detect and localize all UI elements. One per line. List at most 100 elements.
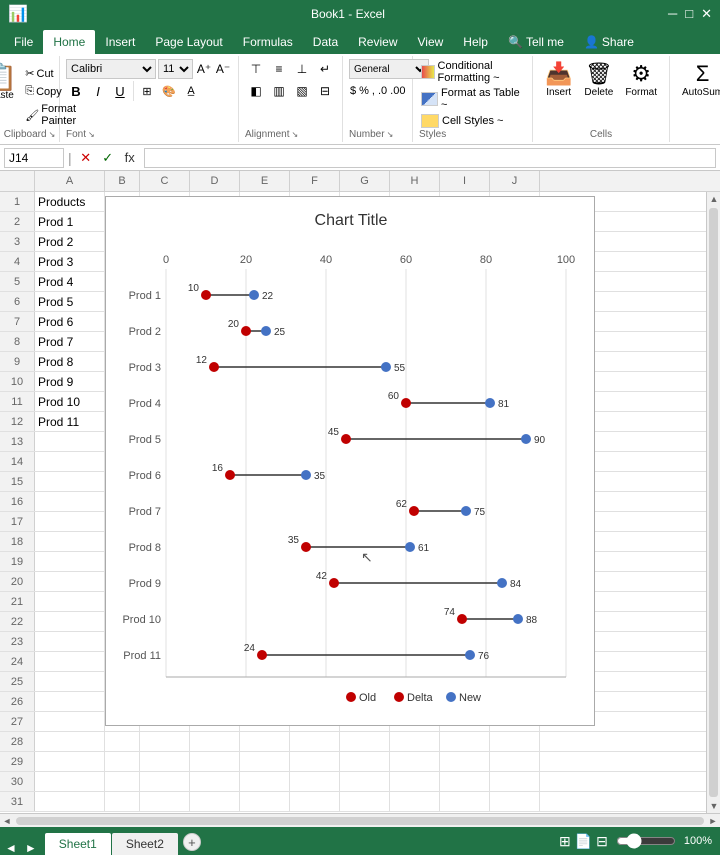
page-layout-view-btn[interactable]: 📄 <box>575 833 592 850</box>
scroll-left-btn[interactable]: ◄ <box>0 814 14 828</box>
cell-styles-btn[interactable]: Cell Styles ~ <box>419 113 526 129</box>
align-right-btn[interactable]: ▧ <box>291 81 313 101</box>
tab-insert[interactable]: Insert <box>95 30 145 54</box>
increase-font-btn[interactable]: A⁺ <box>195 59 213 79</box>
align-middle-btn[interactable]: ≡ <box>268 59 290 79</box>
cell[interactable] <box>440 792 490 811</box>
cell[interactable] <box>390 772 440 791</box>
cell[interactable] <box>105 792 140 811</box>
cell[interactable]: Prod 1 <box>35 212 105 231</box>
align-top-btn[interactable]: ⊤ <box>245 59 267 79</box>
cell[interactable] <box>440 732 490 751</box>
scroll-down-btn[interactable]: ▼ <box>707 799 720 813</box>
cell[interactable] <box>140 772 190 791</box>
cell[interactable] <box>35 672 105 691</box>
font-color-btn[interactable]: A̲ <box>181 81 201 101</box>
decrease-decimal-btn[interactable]: .00 <box>389 81 406 101</box>
cell[interactable] <box>35 772 105 791</box>
cell[interactable] <box>290 752 340 771</box>
cell[interactable] <box>490 752 540 771</box>
tab-nav-right[interactable]: ► <box>22 841 40 855</box>
cell[interactable] <box>35 592 105 611</box>
conditional-formatting-btn[interactable]: Conditional Formatting ~ <box>419 59 526 85</box>
tab-home[interactable]: Home <box>43 30 95 54</box>
cell[interactable] <box>190 772 240 791</box>
cell[interactable] <box>105 732 140 751</box>
col-header-f[interactable]: F <box>290 171 340 191</box>
comma-btn[interactable]: , <box>371 81 376 101</box>
cell[interactable]: Prod 2 <box>35 232 105 251</box>
col-header-c[interactable]: C <box>140 171 190 191</box>
formula-input[interactable] <box>144 148 716 168</box>
percent-btn[interactable]: % <box>358 81 370 101</box>
cell[interactable]: Prod 8 <box>35 352 105 371</box>
col-header-a[interactable]: A <box>35 171 105 191</box>
scroll-right-btn[interactable]: ► <box>706 814 720 828</box>
align-left-btn[interactable]: ◧ <box>245 81 267 101</box>
tab-review[interactable]: Review <box>348 30 407 54</box>
cell[interactable] <box>35 532 105 551</box>
col-header-e[interactable]: E <box>240 171 290 191</box>
increase-decimal-btn[interactable]: .0 <box>377 81 388 101</box>
cell[interactable]: Prod 4 <box>35 272 105 291</box>
tab-page-layout[interactable]: Page Layout <box>145 30 232 54</box>
tab-view[interactable]: View <box>408 30 454 54</box>
cell[interactable] <box>290 772 340 791</box>
name-box[interactable] <box>4 148 64 168</box>
cell[interactable] <box>240 792 290 811</box>
cell[interactable] <box>340 732 390 751</box>
cell[interactable] <box>490 732 540 751</box>
add-sheet-btn[interactable]: + <box>183 833 201 851</box>
cell[interactable] <box>35 632 105 651</box>
border-btn[interactable]: ⊞ <box>137 81 157 101</box>
underline-btn[interactable]: U <box>110 81 130 101</box>
font-family-select[interactable]: Calibri <box>66 59 156 79</box>
cancel-formula-btn[interactable]: ✕ <box>76 148 96 168</box>
tab-tell-me[interactable]: 🔍 Tell me <box>498 30 574 54</box>
decrease-font-btn[interactable]: A⁻ <box>214 59 232 79</box>
tab-help[interactable]: Help <box>453 30 498 54</box>
col-header-j[interactable]: J <box>490 171 540 191</box>
insert-cells-btn[interactable]: 📥 Insert <box>541 59 576 100</box>
cell[interactable] <box>35 792 105 811</box>
cell[interactable]: Prod 11 <box>35 412 105 431</box>
cell[interactable] <box>290 732 340 751</box>
italic-btn[interactable]: I <box>88 81 108 101</box>
currency-btn[interactable]: $ <box>349 81 357 101</box>
cell[interactable] <box>35 752 105 771</box>
scroll-up-btn[interactable]: ▲ <box>707 192 720 206</box>
tab-share[interactable]: 👤 Share <box>574 30 644 54</box>
fill-color-btn[interactable]: 🎨 <box>159 81 179 101</box>
bold-btn[interactable]: B <box>66 81 86 101</box>
align-bottom-btn[interactable]: ⊥ <box>291 59 313 79</box>
cell[interactable] <box>35 572 105 591</box>
cell[interactable] <box>35 512 105 531</box>
close-btn[interactable]: ✕ <box>701 6 712 22</box>
minimize-btn[interactable]: ─ <box>668 6 677 22</box>
cell[interactable] <box>105 772 140 791</box>
font-size-select[interactable]: 11 <box>158 59 193 79</box>
chart-container[interactable]: Chart Title 0 20 40 60 80 100 <box>105 196 595 726</box>
cell[interactable]: Prod 5 <box>35 292 105 311</box>
cell[interactable] <box>490 772 540 791</box>
cell[interactable]: Prod 10 <box>35 392 105 411</box>
cell[interactable] <box>190 732 240 751</box>
tab-formulas[interactable]: Formulas <box>233 30 303 54</box>
scroll-track[interactable] <box>709 208 718 797</box>
cell[interactable] <box>440 772 490 791</box>
cell[interactable] <box>190 752 240 771</box>
cell[interactable] <box>390 732 440 751</box>
cell[interactable] <box>35 452 105 471</box>
cell[interactable] <box>35 712 105 731</box>
col-header-d[interactable]: D <box>190 171 240 191</box>
merge-cells-btn[interactable]: ⊟ <box>314 81 336 101</box>
col-header-i[interactable]: I <box>440 171 490 191</box>
col-header-b[interactable]: B <box>105 171 140 191</box>
cell[interactable]: Prod 6 <box>35 312 105 331</box>
cell[interactable]: Products <box>35 192 105 211</box>
tab-data[interactable]: Data <box>303 30 348 54</box>
cell[interactable] <box>35 612 105 631</box>
zoom-slider[interactable] <box>616 833 676 849</box>
cell[interactable]: Prod 3 <box>35 252 105 271</box>
wrap-text-btn[interactable]: ↵ <box>314 59 336 79</box>
